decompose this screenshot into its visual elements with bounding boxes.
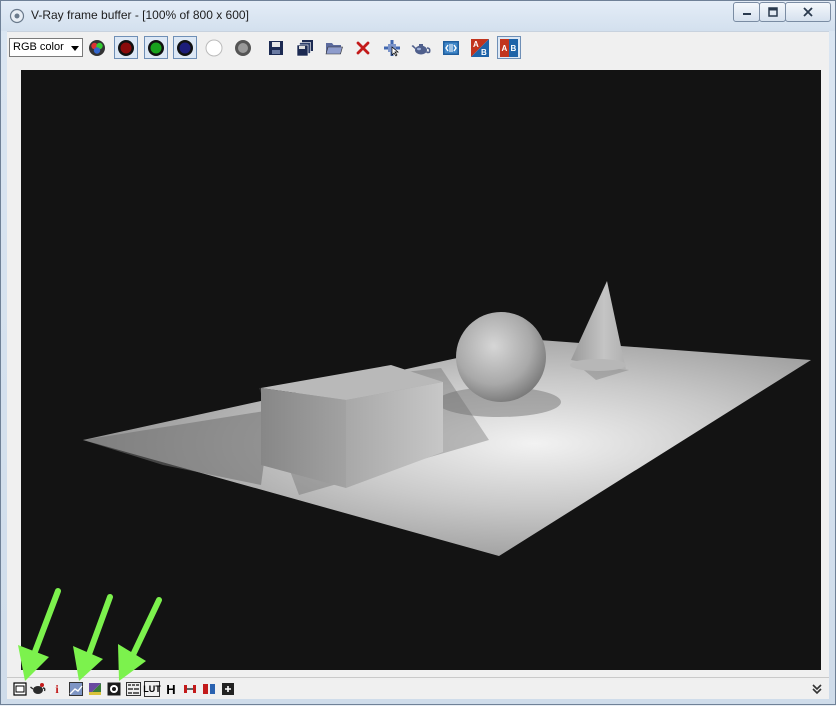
minimize-icon [742, 13, 751, 15]
color-channels-icon [89, 39, 105, 56]
color-corrections-icon [69, 682, 83, 696]
curves-button[interactable] [125, 681, 141, 697]
render-button[interactable] [409, 36, 433, 59]
double-chevron-down-icon [812, 684, 822, 695]
track-mouse-button[interactable] [380, 36, 404, 59]
vfb-status-bar: i LUT H [7, 677, 829, 699]
open-icon [325, 42, 343, 54]
monochrome-icon [235, 39, 251, 56]
svg-text:B: B [511, 44, 517, 53]
display-correction-icon [203, 684, 215, 694]
alpha-channel-icon [205, 39, 223, 56]
monochrome-button[interactable] [231, 36, 255, 59]
alpha-channel-button[interactable] [202, 36, 226, 59]
svg-text:A: A [502, 44, 508, 53]
lens-effects-icon [107, 682, 121, 696]
curves-icon [125, 682, 141, 696]
levels-button[interactable] [87, 681, 103, 697]
exposure-icon [184, 685, 196, 693]
stamp-icon [222, 683, 234, 695]
vfb-history-icon [443, 40, 459, 55]
title-bar[interactable]: V-Ray frame buffer - [100% of 800 x 600] [1, 1, 835, 31]
color-corrections-button[interactable] [68, 681, 84, 697]
clear-image-button[interactable] [351, 36, 375, 59]
display-correction-button[interactable] [201, 681, 217, 697]
close-icon [803, 7, 813, 17]
stamp-button[interactable] [220, 681, 236, 697]
open-image-button[interactable] [322, 36, 346, 59]
window-title: V-Ray frame buffer - [100% of 800 x 600] [31, 8, 249, 22]
region-render-button[interactable] [12, 681, 28, 697]
svg-text:B: B [481, 48, 487, 57]
ab-compare-horizontal-icon: AB [471, 38, 489, 57]
ab-compare-vertical-button[interactable]: AB [497, 36, 521, 59]
red-channel-button[interactable] [114, 36, 138, 59]
channel-select[interactable]: RGB color [9, 38, 83, 57]
lens-effects-button[interactable] [106, 681, 122, 697]
vray-app-icon [9, 8, 25, 24]
info-label: i [55, 681, 59, 696]
save-all-icon [296, 39, 313, 56]
vfb-history-button[interactable] [439, 36, 463, 59]
ab-compare-vertical-icon: AB [500, 38, 518, 57]
maximize-button[interactable] [759, 2, 786, 22]
minimize-button[interactable] [733, 2, 760, 22]
save-all-button[interactable] [293, 36, 317, 59]
color-channels-button[interactable] [85, 36, 109, 59]
render-last-icon [30, 683, 46, 694]
exposure-button[interactable] [182, 681, 198, 697]
save-icon [269, 40, 283, 55]
vfb-toolbar: RGB color A B A B [7, 31, 829, 61]
vray-frame-buffer-window: V-Ray frame buffer - [100% of 800 x 600]… [0, 0, 836, 705]
channel-select-value: RGB color [13, 41, 64, 53]
render-last-button[interactable] [30, 681, 46, 697]
save-image-button[interactable] [264, 36, 288, 59]
green-channel-icon [148, 39, 164, 56]
svg-text:A: A [473, 40, 479, 49]
ab-compare-horizontal-button[interactable]: AB [468, 36, 492, 59]
close-button[interactable] [785, 2, 831, 22]
histogram-button[interactable]: H [163, 681, 179, 697]
chevron-down-icon [71, 46, 79, 51]
render-viewport[interactable] [21, 70, 821, 670]
clear-icon [356, 41, 370, 54]
rendered-scene-image [83, 281, 811, 556]
green-channel-button[interactable] [144, 36, 168, 59]
red-channel-icon [118, 39, 134, 56]
render-teapot-icon [411, 43, 431, 54]
viewport-container [7, 61, 829, 677]
levels-icon [89, 683, 101, 695]
track-mouse-icon [384, 39, 400, 57]
region-render-icon [13, 682, 27, 696]
blue-channel-button[interactable] [173, 36, 197, 59]
show-info-button[interactable]: i [49, 681, 65, 697]
maximize-icon [767, 7, 778, 17]
lut-label: LUT [143, 684, 161, 694]
histogram-label: H [166, 681, 176, 697]
lut-button[interactable]: LUT [143, 681, 161, 697]
blue-channel-icon [177, 39, 193, 56]
expand-panel-button[interactable] [809, 681, 825, 697]
